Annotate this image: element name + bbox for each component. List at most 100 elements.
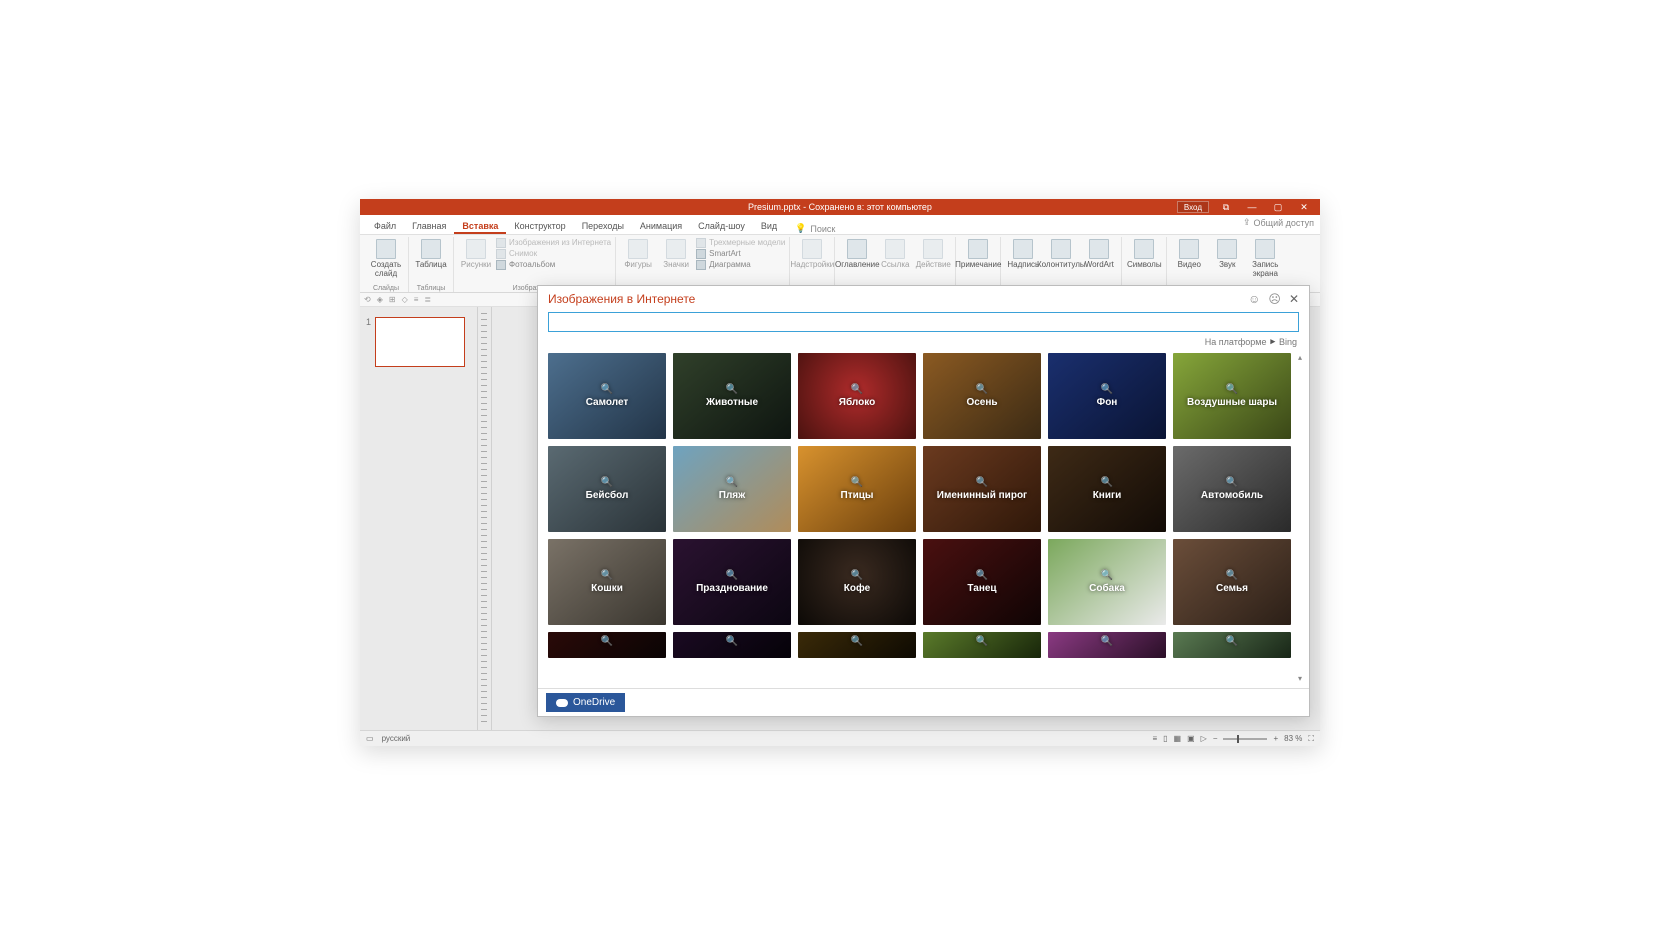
category-tile[interactable]: 🔍Пляж [673,446,791,532]
category-tile[interactable]: 🔍Празднование [673,539,791,625]
onedrive-button[interactable]: OneDrive [546,693,625,712]
image-search-input[interactable] [548,312,1299,332]
share-button[interactable]: ⇪ Общий доступ [1243,217,1314,228]
feedback-frown-icon[interactable]: ☹ [1268,292,1281,306]
screenshot-button[interactable]: Снимок [496,249,611,259]
icons-button[interactable]: Значки [658,237,694,270]
tab-animations[interactable]: Анимация [632,221,690,234]
feedback-smile-icon[interactable]: ☺ [1248,292,1260,306]
category-tile[interactable]: 🔍 [673,632,791,658]
category-tile[interactable]: 🔍Автомобиль [1173,446,1291,532]
pictures-button[interactable]: Рисунки [458,237,494,270]
audio-button[interactable]: Звук [1209,237,1245,270]
category-label: Книги [1093,490,1122,501]
category-tile[interactable]: 🔍Именинный пирог [923,446,1041,532]
table-button[interactable]: Таблица [413,237,449,270]
category-tile[interactable]: 🔍Животные [673,353,791,439]
search-box[interactable]: 💡 Поиск [795,223,835,234]
online-pictures-button[interactable]: Изображения из Интернета [496,238,611,248]
category-tile[interactable]: 🔍Воздушные шары [1173,353,1291,439]
addins-button[interactable]: Надстройки [794,237,830,270]
chart-button[interactable]: Диаграмма [696,260,785,270]
qat-icon[interactable]: ⟲ [364,295,371,304]
screen-record-button[interactable]: Запись экрана [1247,237,1283,279]
category-tile[interactable]: 🔍Птицы [798,446,916,532]
language-status[interactable]: русский [382,734,411,743]
category-tile[interactable]: 🔍Семья [1173,539,1291,625]
ribbon-options-button[interactable]: ⧉ [1213,200,1239,214]
dialog-scrollbar[interactable]: ▴ ▾ [1295,353,1305,684]
category-tile[interactable]: 🔍Самолет [548,353,666,439]
header-footer-button[interactable]: Колонтитулы [1043,237,1079,270]
category-tile[interactable]: 🔍Танец [923,539,1041,625]
view-sorter-icon[interactable]: ▦ [1174,734,1182,743]
link-button[interactable]: Ссылка [877,237,913,270]
category-tile[interactable]: 🔍Осень [923,353,1041,439]
category-tile[interactable]: 🔍Яблоко [798,353,916,439]
category-label: Осень [966,397,997,408]
action-button[interactable]: Действие [915,237,951,270]
category-tile[interactable]: 🔍 [1173,632,1291,658]
text-box-button[interactable]: Надпись [1005,237,1041,270]
shapes-button[interactable]: Фигуры [620,237,656,270]
category-tile[interactable]: 🔍Книги [1048,446,1166,532]
search-icon: 🔍 [1226,570,1238,581]
slide-thumbnail[interactable] [375,317,465,367]
maximize-button[interactable]: ▢ [1265,200,1291,214]
minimize-button[interactable]: — [1239,200,1265,214]
app-window: Presium.pptx - Сохранено в: этот компьют… [360,199,1320,746]
view-slideshow-icon[interactable]: ▷ [1201,734,1207,743]
spellcheck-icon[interactable]: ▭ [366,734,374,743]
zoom-in-button[interactable]: + [1273,734,1278,743]
qat-icon[interactable]: ◈ [377,295,383,304]
title-bar: Presium.pptx - Сохранено в: этот компьют… [360,199,1320,215]
zoom-level[interactable]: 83 % [1284,734,1302,743]
category-tile[interactable]: 🔍 [798,632,916,658]
comment-button[interactable]: Примечание [960,237,996,270]
category-tile[interactable]: 🔍 [923,632,1041,658]
tab-home[interactable]: Главная [404,221,454,234]
slide-thumbnails-pane[interactable]: 1 [360,307,478,730]
category-tile[interactable]: 🔍 [1048,632,1166,658]
photo-album-button[interactable]: Фотоальбом [496,260,611,270]
notes-button[interactable]: ≡ [1152,734,1157,743]
category-tile[interactable]: 🔍Бейсбол [548,446,666,532]
scroll-down-icon[interactable]: ▾ [1295,674,1305,684]
zoom-toc-button[interactable]: Оглавление [839,237,875,270]
qat-icon[interactable]: ≡ [414,295,419,304]
tab-file[interactable]: Файл [366,221,404,234]
close-button[interactable]: ✕ [1291,200,1317,214]
smartart-button[interactable]: SmartArt [696,249,785,259]
tab-slideshow[interactable]: Слайд-шоу [690,221,753,234]
video-button[interactable]: Видео [1171,237,1207,270]
search-icon: 🔍 [601,636,613,647]
wordart-button[interactable]: WordArt [1081,237,1117,270]
fit-window-button[interactable]: ⛶ [1308,734,1314,744]
view-reading-icon[interactable]: ▣ [1187,734,1195,743]
category-tile[interactable]: 🔍Кошки [548,539,666,625]
login-button[interactable]: Вход [1177,201,1209,213]
dialog-close-button[interactable]: ✕ [1289,292,1299,306]
tab-design[interactable]: Конструктор [506,221,573,234]
new-slide-button[interactable]: Создать слайд [368,237,404,279]
tab-insert[interactable]: Вставка [454,221,506,234]
tab-transitions[interactable]: Переходы [574,221,632,234]
symbols-button[interactable]: Символы [1126,237,1162,270]
search-icon: 🔍 [1101,384,1113,395]
qat-icon[interactable]: ◇ [402,295,408,304]
scroll-up-icon[interactable]: ▴ [1295,353,1305,363]
search-placeholder: Поиск [810,224,835,234]
category-tile[interactable]: 🔍Собака [1048,539,1166,625]
zoom-slider[interactable] [1223,738,1267,740]
view-normal-icon[interactable]: ▯ [1163,734,1167,743]
category-tile[interactable]: 🔍Фон [1048,353,1166,439]
category-tile[interactable]: 🔍 [548,632,666,658]
tab-view[interactable]: Вид [753,221,785,234]
3d-models-button[interactable]: Трехмерные модели [696,238,785,248]
category-tile[interactable]: 🔍Кофе [798,539,916,625]
category-label: Воздушные шары [1187,397,1277,408]
zoom-out-button[interactable]: − [1213,734,1218,743]
category-label: Кофе [844,583,870,594]
qat-icon[interactable]: ≣ [424,295,431,304]
qat-icon[interactable]: ⊞ [389,295,396,304]
